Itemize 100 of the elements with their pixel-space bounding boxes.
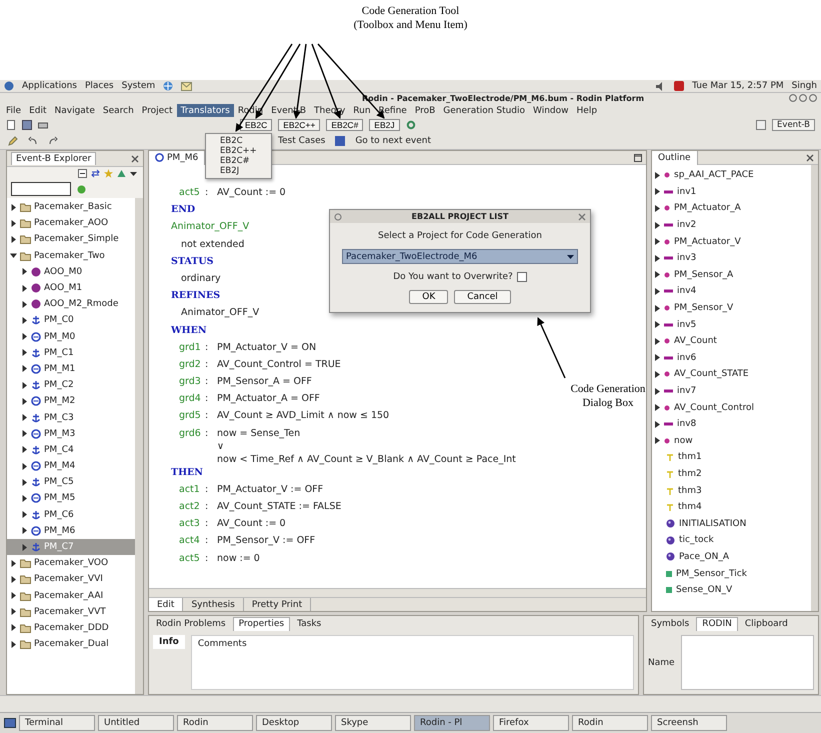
menu-item[interactable]: Project — [138, 104, 177, 117]
taskbar-button[interactable]: Rodin — [572, 715, 648, 731]
toolbar-button[interactable]: EB2C# — [326, 119, 364, 131]
tree-item[interactable]: PM_M0 — [7, 328, 135, 345]
outline-item[interactable]: inv4 — [652, 283, 811, 300]
outline-item[interactable]: inv7 — [652, 382, 811, 400]
outline-item[interactable]: tic_tock — [652, 532, 811, 549]
tree-item[interactable]: PM_C0 — [7, 312, 135, 328]
tree-item[interactable]: PM_M4 — [7, 458, 135, 474]
outline-item[interactable]: PM_Actuator_A — [652, 200, 811, 217]
menu-item[interactable]: Translators — [176, 104, 234, 117]
outline-item[interactable]: AV_Count_STATE — [652, 366, 811, 383]
tree-item[interactable]: PM_C2 — [7, 377, 135, 394]
outline-item[interactable]: inv2 — [652, 216, 811, 234]
outline-item[interactable]: thm2 — [652, 466, 811, 482]
outline-item[interactable]: AV_Count — [652, 332, 811, 350]
tree-item[interactable]: PM_C1 — [7, 344, 135, 361]
view-tab[interactable]: RODIN — [696, 616, 738, 630]
outline-item[interactable]: inv6 — [652, 350, 811, 366]
page-tab[interactable]: Edit — [149, 598, 184, 611]
tree-item[interactable]: PM_M5 — [7, 490, 135, 507]
tree-item[interactable]: AOO_M1 — [7, 280, 135, 296]
tree-item[interactable]: PM_C4 — [7, 442, 135, 458]
toolbar-label[interactable]: Go to next event — [355, 136, 431, 146]
menu-item[interactable]: EB2J — [206, 166, 271, 176]
system-menu[interactable]: Applications — [22, 81, 77, 91]
outline-item[interactable]: PM_Sensor_A — [652, 266, 811, 284]
view-tab[interactable]: Symbols — [646, 616, 694, 630]
taskbar-button[interactable]: Screensh — [651, 715, 727, 731]
outline-item[interactable]: inv3 — [652, 250, 811, 267]
tree-item[interactable]: AOO_M2_Rmode — [7, 296, 135, 312]
toolbar-button[interactable]: EB2C — [240, 119, 272, 131]
tree-item[interactable]: Pacemaker_Dual — [7, 636, 135, 652]
toolbar-button[interactable]: EB2C++ — [278, 119, 320, 131]
view-tab[interactable]: Outline — [652, 151, 698, 164]
outline-item[interactable]: thm4 — [652, 498, 811, 516]
view-tab[interactable]: Rodin Problems — [151, 616, 231, 630]
outline-item[interactable]: Pace_ON_A — [652, 548, 811, 566]
project-combo[interactable]: Pacemaker_TwoElectrode_M6 — [342, 249, 578, 264]
tree-item[interactable]: AOO_M0 — [7, 264, 135, 280]
taskbar-button[interactable]: Desktop — [256, 715, 332, 731]
view-tab[interactable]: Event-B Explorer — [11, 152, 96, 165]
taskbar-button[interactable]: Terminal — [19, 715, 95, 731]
taskbar-button[interactable]: Rodin — [177, 715, 253, 731]
view-tab[interactable]: Tasks — [292, 616, 326, 630]
tree-item[interactable]: PM_C3 — [7, 409, 135, 426]
tree-item[interactable]: PM_M2 — [7, 393, 135, 410]
menu-item[interactable]: Window — [529, 104, 573, 117]
outline-item[interactable]: PM_Sensor_Tick — [652, 565, 811, 582]
outline-item[interactable]: inv5 — [652, 316, 811, 333]
tree-item[interactable]: Pacemaker_DDD — [7, 620, 135, 636]
menu-item[interactable]: Help — [572, 104, 602, 117]
section-tab[interactable]: Info — [153, 635, 185, 649]
tree-item[interactable]: PM_C6 — [7, 506, 135, 523]
outline-item[interactable]: inv8 — [652, 416, 811, 432]
tree-item[interactable]: PM_M6 — [7, 522, 135, 539]
tree-item[interactable]: PM_M3 — [7, 426, 135, 442]
menu-item[interactable]: Refine — [374, 104, 411, 117]
tree-item[interactable]: Pacemaker_VOO — [7, 555, 135, 572]
tree-item[interactable]: PM_M1 — [7, 360, 135, 378]
system-menu[interactable]: Places — [84, 81, 114, 91]
menu-item[interactable]: Generation Studio — [439, 104, 530, 117]
outline-item[interactable]: thm3 — [652, 482, 811, 499]
tree-item[interactable]: Pacemaker_Basic — [7, 199, 135, 216]
outline-item[interactable]: Sense_ON_V — [652, 582, 811, 598]
ok-button[interactable]: OK — [409, 290, 448, 304]
menu-item[interactable]: Edit — [25, 104, 50, 117]
cancel-button[interactable]: Cancel — [454, 290, 511, 304]
toolbar-label[interactable]: Test Cases — [278, 136, 326, 146]
taskbar-button[interactable]: Untitled — [98, 715, 174, 731]
tree-item[interactable]: Pacemaker_AOO — [7, 215, 135, 232]
taskbar-button[interactable]: Firefox — [493, 715, 569, 731]
tree-item[interactable]: Pacemaker_AAI — [7, 588, 135, 604]
outline-item[interactable]: thm1 — [652, 449, 811, 466]
system-menu[interactable]: System — [122, 81, 156, 91]
perspective-button[interactable]: Event-B — [772, 119, 815, 131]
view-tab[interactable]: Properties — [232, 616, 290, 630]
tree-item[interactable]: Pacemaker_VVT — [7, 604, 135, 620]
menu-item[interactable]: Search — [98, 104, 138, 117]
menu-item[interactable]: EB2C — [206, 136, 271, 146]
tree-item[interactable]: Pacemaker_Simple — [7, 231, 135, 248]
tree-item[interactable]: Pacemaker_Two — [7, 248, 135, 264]
menu-item[interactable]: File — [2, 104, 26, 117]
toolbar-button[interactable]: EB2J — [369, 119, 400, 131]
outline-item[interactable]: INITIALISATION — [652, 515, 811, 532]
tree-item[interactable]: PM_C5 — [7, 474, 135, 490]
outline-item[interactable]: PM_Actuator_V — [652, 233, 811, 250]
menu-item[interactable]: EB2C++ — [206, 146, 271, 156]
taskbar-button[interactable]: Skype — [335, 715, 411, 731]
editor-tab[interactable]: PM_M6 — [149, 151, 206, 164]
outline-item[interactable]: inv1 — [652, 184, 811, 200]
view-tab[interactable]: Clipboard — [740, 616, 793, 630]
taskbar-button[interactable]: Rodin - Pl — [414, 715, 490, 731]
tree-item[interactable]: Pacemaker_VVI — [7, 571, 135, 588]
menu-item[interactable]: ProB — [410, 104, 440, 117]
menu-item[interactable]: EB2C# — [206, 156, 271, 166]
outline-item[interactable]: PM_Sensor_V — [652, 300, 811, 316]
menu-item[interactable]: Navigate — [50, 104, 99, 117]
outline-item[interactable]: now — [652, 432, 811, 450]
outline-item[interactable]: sp_AAI_ACT_PACE — [652, 167, 811, 184]
